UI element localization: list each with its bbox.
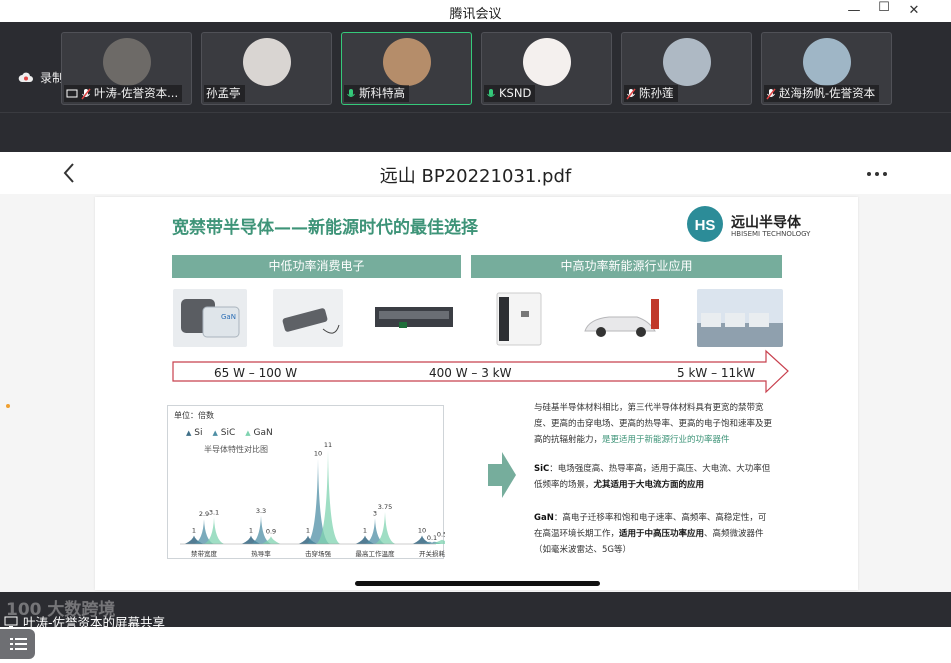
gan-paragraph: GaN：高电子迁移率和饱和电子速率、高频率、高稳定性，可在高温环境长期工作，适用… [534,513,767,555]
charger-image: GaN [173,289,247,347]
semiconductor-chart: 单位：倍数 ▲ Si ▲ SiC ▲ GaN 半导体特性对比图 1 2.9 3.1 禁带宽… [167,405,445,559]
close-button[interactable]: ✕ [903,2,925,20]
ev-charger-image [575,289,667,347]
mic-muted-icon [626,88,636,99]
participant-tile[interactable]: 斯科特高 [341,32,472,105]
power-mid: 400 W – 3 kW [429,366,512,380]
mic-muted-icon [766,88,776,99]
toolbar-area [0,112,951,152]
chart-value-label: 0.5 [437,531,445,539]
chart-plot: 12.9 3.1禁带宽度13.30.9热导率11011击穿场强133.75最高工作… [180,441,445,558]
document-title: 远山 BP20221031.pdf [379,166,572,187]
sic-paragraph: SiC：电场强度高、热导率高，适用于高压、大电流、大功率但低频率的场景，尤其适用… [534,464,771,490]
mic-icon [487,88,495,97]
svg-text:GaN: GaN [221,313,236,321]
participant-strip: 录制中 叶涛-佐誉资本... 孙孟亭 斯科特高 KSND 陈孙莲 赵海扬帆-佐誉资本 [0,22,951,112]
avatar [803,38,851,86]
participant-tile[interactable]: 陈孙莲 [621,32,752,105]
avatar [243,38,291,86]
chart-value-label: 0.1 [427,534,437,542]
chart-value-label: 2.9 [199,510,209,518]
chart-value-label: 1 [363,526,367,534]
participant-name-tag: 叶涛-佐誉资本... [64,85,183,102]
avatar [663,38,711,86]
minimize-button[interactable]: — [843,2,865,20]
energy-storage-image [697,289,783,347]
chart-value-label: 10 [314,450,322,458]
powerbank-image [273,289,343,347]
chart-value-label: 1 [249,526,253,534]
pdf-slide: 宽禁带半导体——新能源时代的最佳选择 HS 远山半导体 HBISEMI TECH… [95,197,858,590]
brand-sub: HBISEMI TECHNOLOGY [731,230,811,238]
participant-tile[interactable]: 叶涛-佐誉资本... [61,32,192,105]
slide-title: 宽禁带半导体——新能源时代的最佳选择 [172,218,478,238]
mic-muted-icon [81,88,91,99]
chart-value-label: 1 [192,526,196,534]
chart-value-label: 11 [324,441,332,449]
participant-name-tag: 斯科特高 [344,85,409,102]
intro-paragraph: 与硅基半导体材料相比，第三代半导体材料具有更宽的禁带宽度、更高的击穿电场、更高的… [534,403,773,445]
logo-mark-icon: HS [687,206,723,242]
page-scrollbar[interactable] [355,581,600,586]
avatar [103,38,151,86]
power-module-image [369,289,459,347]
participant-name: 赵海扬帆-佐誉资本 [779,86,876,100]
brand-name: 远山半导体 [731,215,801,231]
participant-name: KSND [499,86,532,100]
participant-name: 孙孟亭 [206,86,241,100]
maximize-button[interactable]: ☐ [873,0,895,17]
participant-name-tag: 孙孟亭 [204,85,245,102]
status-dot [6,404,10,408]
chart-value-label: 3.1 [209,509,219,517]
chart-value-label: 10 [418,526,426,534]
chart-value-label: 3.75 [378,503,392,511]
participant-tile[interactable]: KSND [481,32,612,105]
share-label-text: 叶涛-佐誉资本的屏幕共享 [23,615,166,630]
participant-tile[interactable]: 赵海扬帆-佐誉资本 [761,32,892,105]
screen-share-label: 叶涛-佐誉资本的屏幕共享 [4,612,165,631]
screen-share-icon [66,89,78,97]
avatar [523,38,571,86]
window-titlebar: 腾讯会议 — ☐ ✕ [0,0,951,22]
participant-name-tag: 赵海扬帆-佐誉资本 [764,85,880,102]
inverter-image [483,289,557,347]
participant-name: 斯科特高 [359,86,405,100]
participant-name-tag: 陈孙莲 [624,85,678,102]
screen-share-icon [4,616,18,627]
company-logo: HS 远山半导体 HBISEMI TECHNOLOGY [685,204,815,244]
list-icon[interactable] [0,629,35,659]
mic-icon [347,88,355,97]
participant-name: 陈孙莲 [639,86,674,100]
chart-value-label: 0.9 [266,527,276,535]
chart-value-label: 1 [306,526,310,534]
viewer-header: 远山 BP20221031.pdf [0,152,951,194]
chart-category-label: 击穿场强 [305,549,332,558]
right-arrow-icon [488,452,516,498]
chart-category-label: 热导率 [251,549,271,558]
chart-value-label: 3 [373,509,377,517]
chart-category-label: 开关损耗 [419,549,445,558]
band-consumer: 中低功率消费电子 [172,255,461,278]
participant-name-tag: KSND [484,85,536,102]
participant-name: 叶涛-佐誉资本... [94,86,179,100]
chart-category-label: 最高工作温度 [356,549,396,558]
cloud-record-icon [18,72,33,82]
band-industry: 中高功率新能源行业应用 [471,255,782,278]
window-title: 腾讯会议 [449,7,502,22]
avatar [383,38,431,86]
chart-category-label: 禁带宽度 [191,549,218,558]
svg-text:HS: HS [695,217,716,234]
shared-screen: 远山 BP20221031.pdf 宽禁带半导体——新能源时代的最佳选择 HS … [0,152,951,659]
more-horizontal-icon[interactable] [866,160,888,185]
power-low: 65 W – 100 W [214,366,298,380]
participant-tile[interactable]: 孙孟亭 [201,32,332,105]
chart-value-label: 3.3 [256,507,266,515]
power-high: 5 kW – 11kW [677,366,755,380]
